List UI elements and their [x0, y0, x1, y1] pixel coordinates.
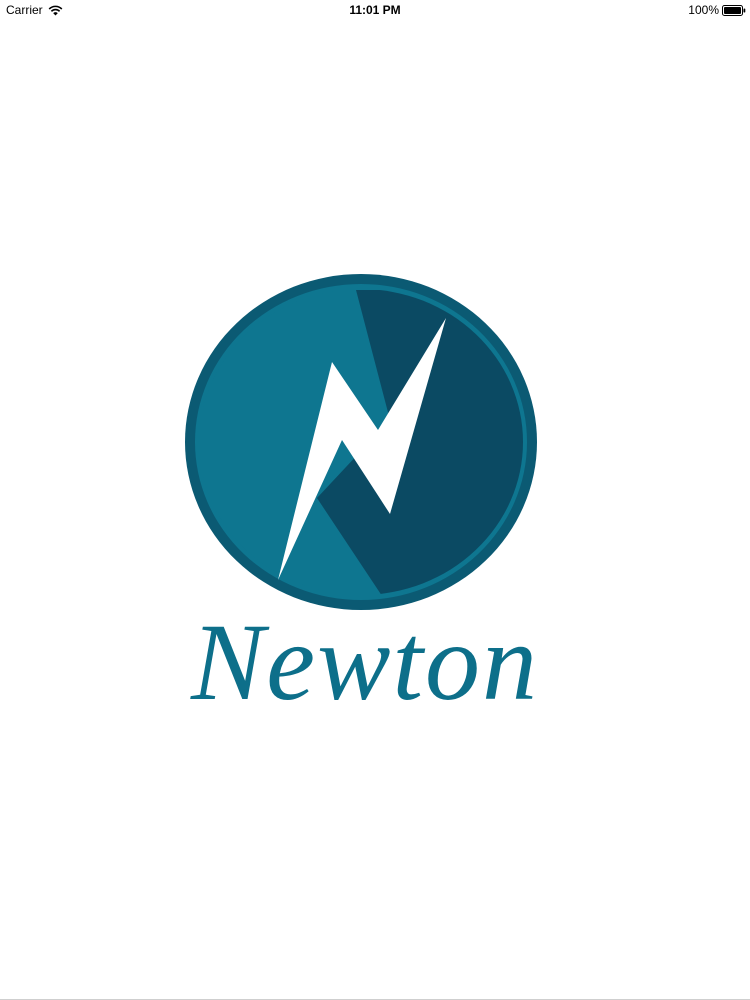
- status-time: 11:01 PM: [349, 3, 401, 17]
- lightning-bolt-logo-icon: [185, 274, 537, 610]
- status-bar: Carrier 11:01 PM 100%: [0, 0, 750, 20]
- status-right: 100%: [688, 3, 746, 17]
- app-logo: [182, 270, 540, 614]
- battery-icon: [722, 4, 746, 16]
- battery-percent: 100%: [688, 3, 719, 17]
- app-name-wordmark: Newton: [190, 601, 540, 723]
